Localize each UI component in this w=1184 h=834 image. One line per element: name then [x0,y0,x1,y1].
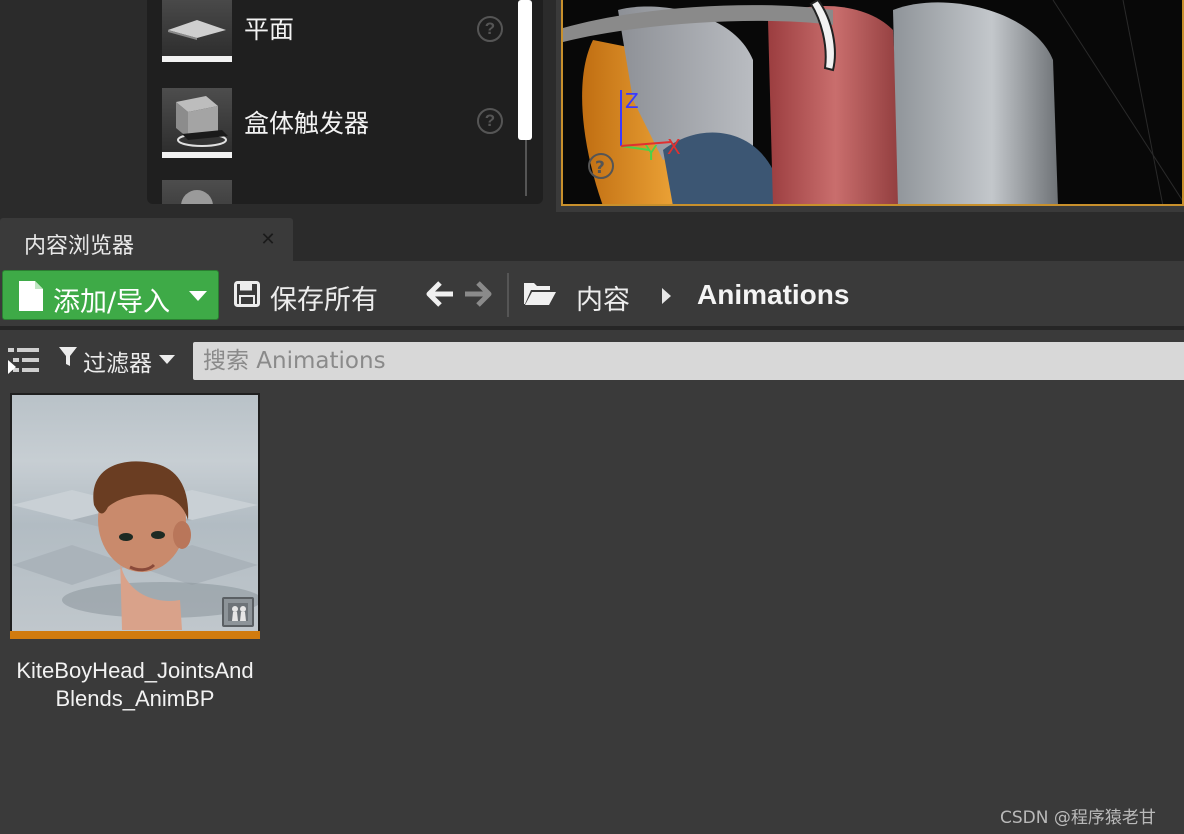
breadcrumb-chevron-right-icon[interactable] [662,288,671,304]
scrollbar-thumb[interactable] [518,0,532,140]
viewport-help-icon: ? [595,158,605,178]
place-item-label: 平面 [244,15,295,44]
content-browser-toolbar: 添加/导入 保存所有 内容 Animations [0,261,1184,326]
filter-icon [59,347,77,366]
save-all-button[interactable]: 保存所有 [270,278,378,317]
tab-content-browser[interactable]: 内容浏览器 ✕ [0,218,293,261]
breadcrumb-current[interactable]: Animations [697,279,849,311]
add-import-button[interactable]: 添加/导入 [2,270,219,320]
filters-label: 过滤器 [83,351,152,377]
tab-label: 内容浏览器 [24,234,135,259]
toolbar-divider [507,273,509,317]
axis-z-label: Z [625,89,639,113]
watermark: CSDN @程序猿老甘 [1000,808,1156,828]
animation-blueprint-icon [222,597,254,627]
forward-arrow-icon[interactable] [464,281,492,307]
axis-x-label: X [667,135,681,159]
asset-type-color-bar [10,631,260,639]
new-file-icon [19,281,43,311]
filters-button[interactable]: 过滤器 [56,342,180,377]
sphere-icon [162,180,232,204]
level-viewport[interactable]: Z Y X ? [561,0,1184,206]
plane-icon [162,0,232,62]
viewport-scene: Z Y X ? [563,0,1182,204]
place-item-plane[interactable]: 平面 ? [147,0,517,64]
breadcrumb-root[interactable]: 内容 [576,278,630,317]
sources-panel-icon[interactable] [8,346,40,374]
chevron-down-icon [189,291,207,301]
chevron-down-icon [159,355,175,364]
close-icon[interactable]: ✕ [258,229,278,249]
folder-open-icon[interactable] [523,280,557,306]
asset-name-line1: KiteBoyHead_JointsAnd [16,658,254,683]
asset-tile[interactable] [10,393,260,641]
help-icon[interactable]: ? [477,16,503,42]
save-icon[interactable] [234,281,260,307]
place-item-sphere[interactable] [147,178,517,204]
back-arrow-icon[interactable] [426,281,454,307]
help-icon[interactable]: ? [477,108,503,134]
filter-bar: 过滤器 [0,330,1184,386]
axis-y-label: Y [644,141,658,165]
asset-name[interactable]: KiteBoyHead_JointsAnd Blends_AnimBP [0,657,270,713]
place-item-label: 盒体触发器 [244,109,370,138]
search-input[interactable] [193,342,1184,380]
asset-name-line2: Blends_AnimBP [55,686,215,711]
add-import-label: 添加/导入 [53,287,171,318]
place-item-box-trigger[interactable]: 盒体触发器 ? [147,86,517,170]
content-browser-tab-strip: 内容浏览器 ✕ [0,212,1184,261]
box-trigger-icon [162,88,232,158]
place-actors-list: 平面 ? 盒体触发器 ? [147,0,543,204]
